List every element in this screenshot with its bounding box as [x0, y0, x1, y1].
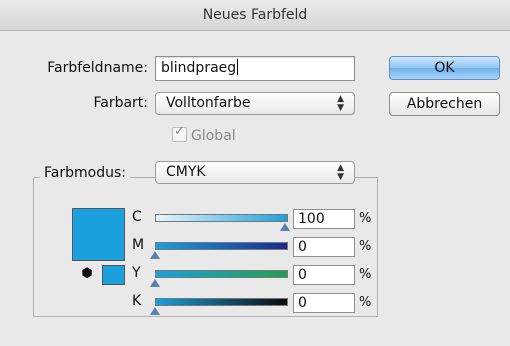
cyan-percent-label: %	[359, 211, 372, 226]
magenta-slider-thumb[interactable]	[150, 251, 160, 259]
magenta-slider-track[interactable]	[155, 242, 288, 250]
yellow-percent-label: %	[359, 267, 372, 282]
yellow-slider-thumb[interactable]	[150, 279, 160, 287]
magenta-value-field[interactable]: 0	[293, 237, 355, 257]
key-percent-label: %	[359, 295, 372, 310]
color-preview-small-swatch[interactable]	[102, 265, 125, 285]
yellow-label: Y	[132, 265, 141, 281]
window-title: Neues Farbfeld	[0, 0, 510, 31]
cube-gamut-icon[interactable]: ⬢	[78, 265, 96, 283]
checkmark-icon: ✓	[174, 124, 185, 139]
cyan-slider-track[interactable]	[155, 214, 288, 222]
yellow-value-field[interactable]: 0	[293, 265, 355, 285]
color-type-label: Farbart:	[93, 95, 148, 111]
color-type-value: Volltonfarbe	[166, 95, 251, 111]
yellow-slider-track[interactable]	[155, 270, 288, 278]
global-checkbox-row[interactable]: ✓ Global	[172, 124, 236, 144]
key-slider-thumb[interactable]	[150, 307, 160, 315]
color-mode-select[interactable]: CMYK ▲ ▼	[155, 161, 355, 184]
cancel-button[interactable]: Abbrechen	[389, 92, 500, 116]
key-value-field[interactable]: 0	[293, 293, 355, 313]
global-label: Global	[191, 128, 236, 144]
magenta-percent-label: %	[359, 239, 372, 254]
cyan-value-field[interactable]: 100	[293, 209, 355, 229]
global-checkbox[interactable]: ✓	[172, 124, 187, 142]
cyan-label: C	[132, 209, 142, 225]
swatch-name-input[interactable]: blindpraeg	[155, 56, 355, 81]
color-type-select[interactable]: Volltonfarbe ▲ ▼	[155, 92, 355, 115]
select-arrows-icon: ▲ ▼	[337, 94, 344, 113]
key-label: K	[132, 293, 142, 309]
select-arrows-icon: ▲ ▼	[337, 163, 344, 182]
swatch-name-label: Farbfeldname:	[47, 60, 148, 76]
color-mode-value: CMYK	[166, 164, 206, 180]
cyan-slider-thumb[interactable]	[280, 223, 290, 231]
color-mode-label: Farbmodus:	[40, 161, 130, 185]
text-caret	[237, 59, 239, 75]
magenta-label: M	[132, 237, 145, 253]
swatch-name-value: blindpraeg	[161, 60, 237, 76]
color-preview-swatch	[72, 208, 125, 261]
ok-button[interactable]: OK	[389, 56, 500, 80]
key-slider-track[interactable]	[155, 298, 288, 306]
